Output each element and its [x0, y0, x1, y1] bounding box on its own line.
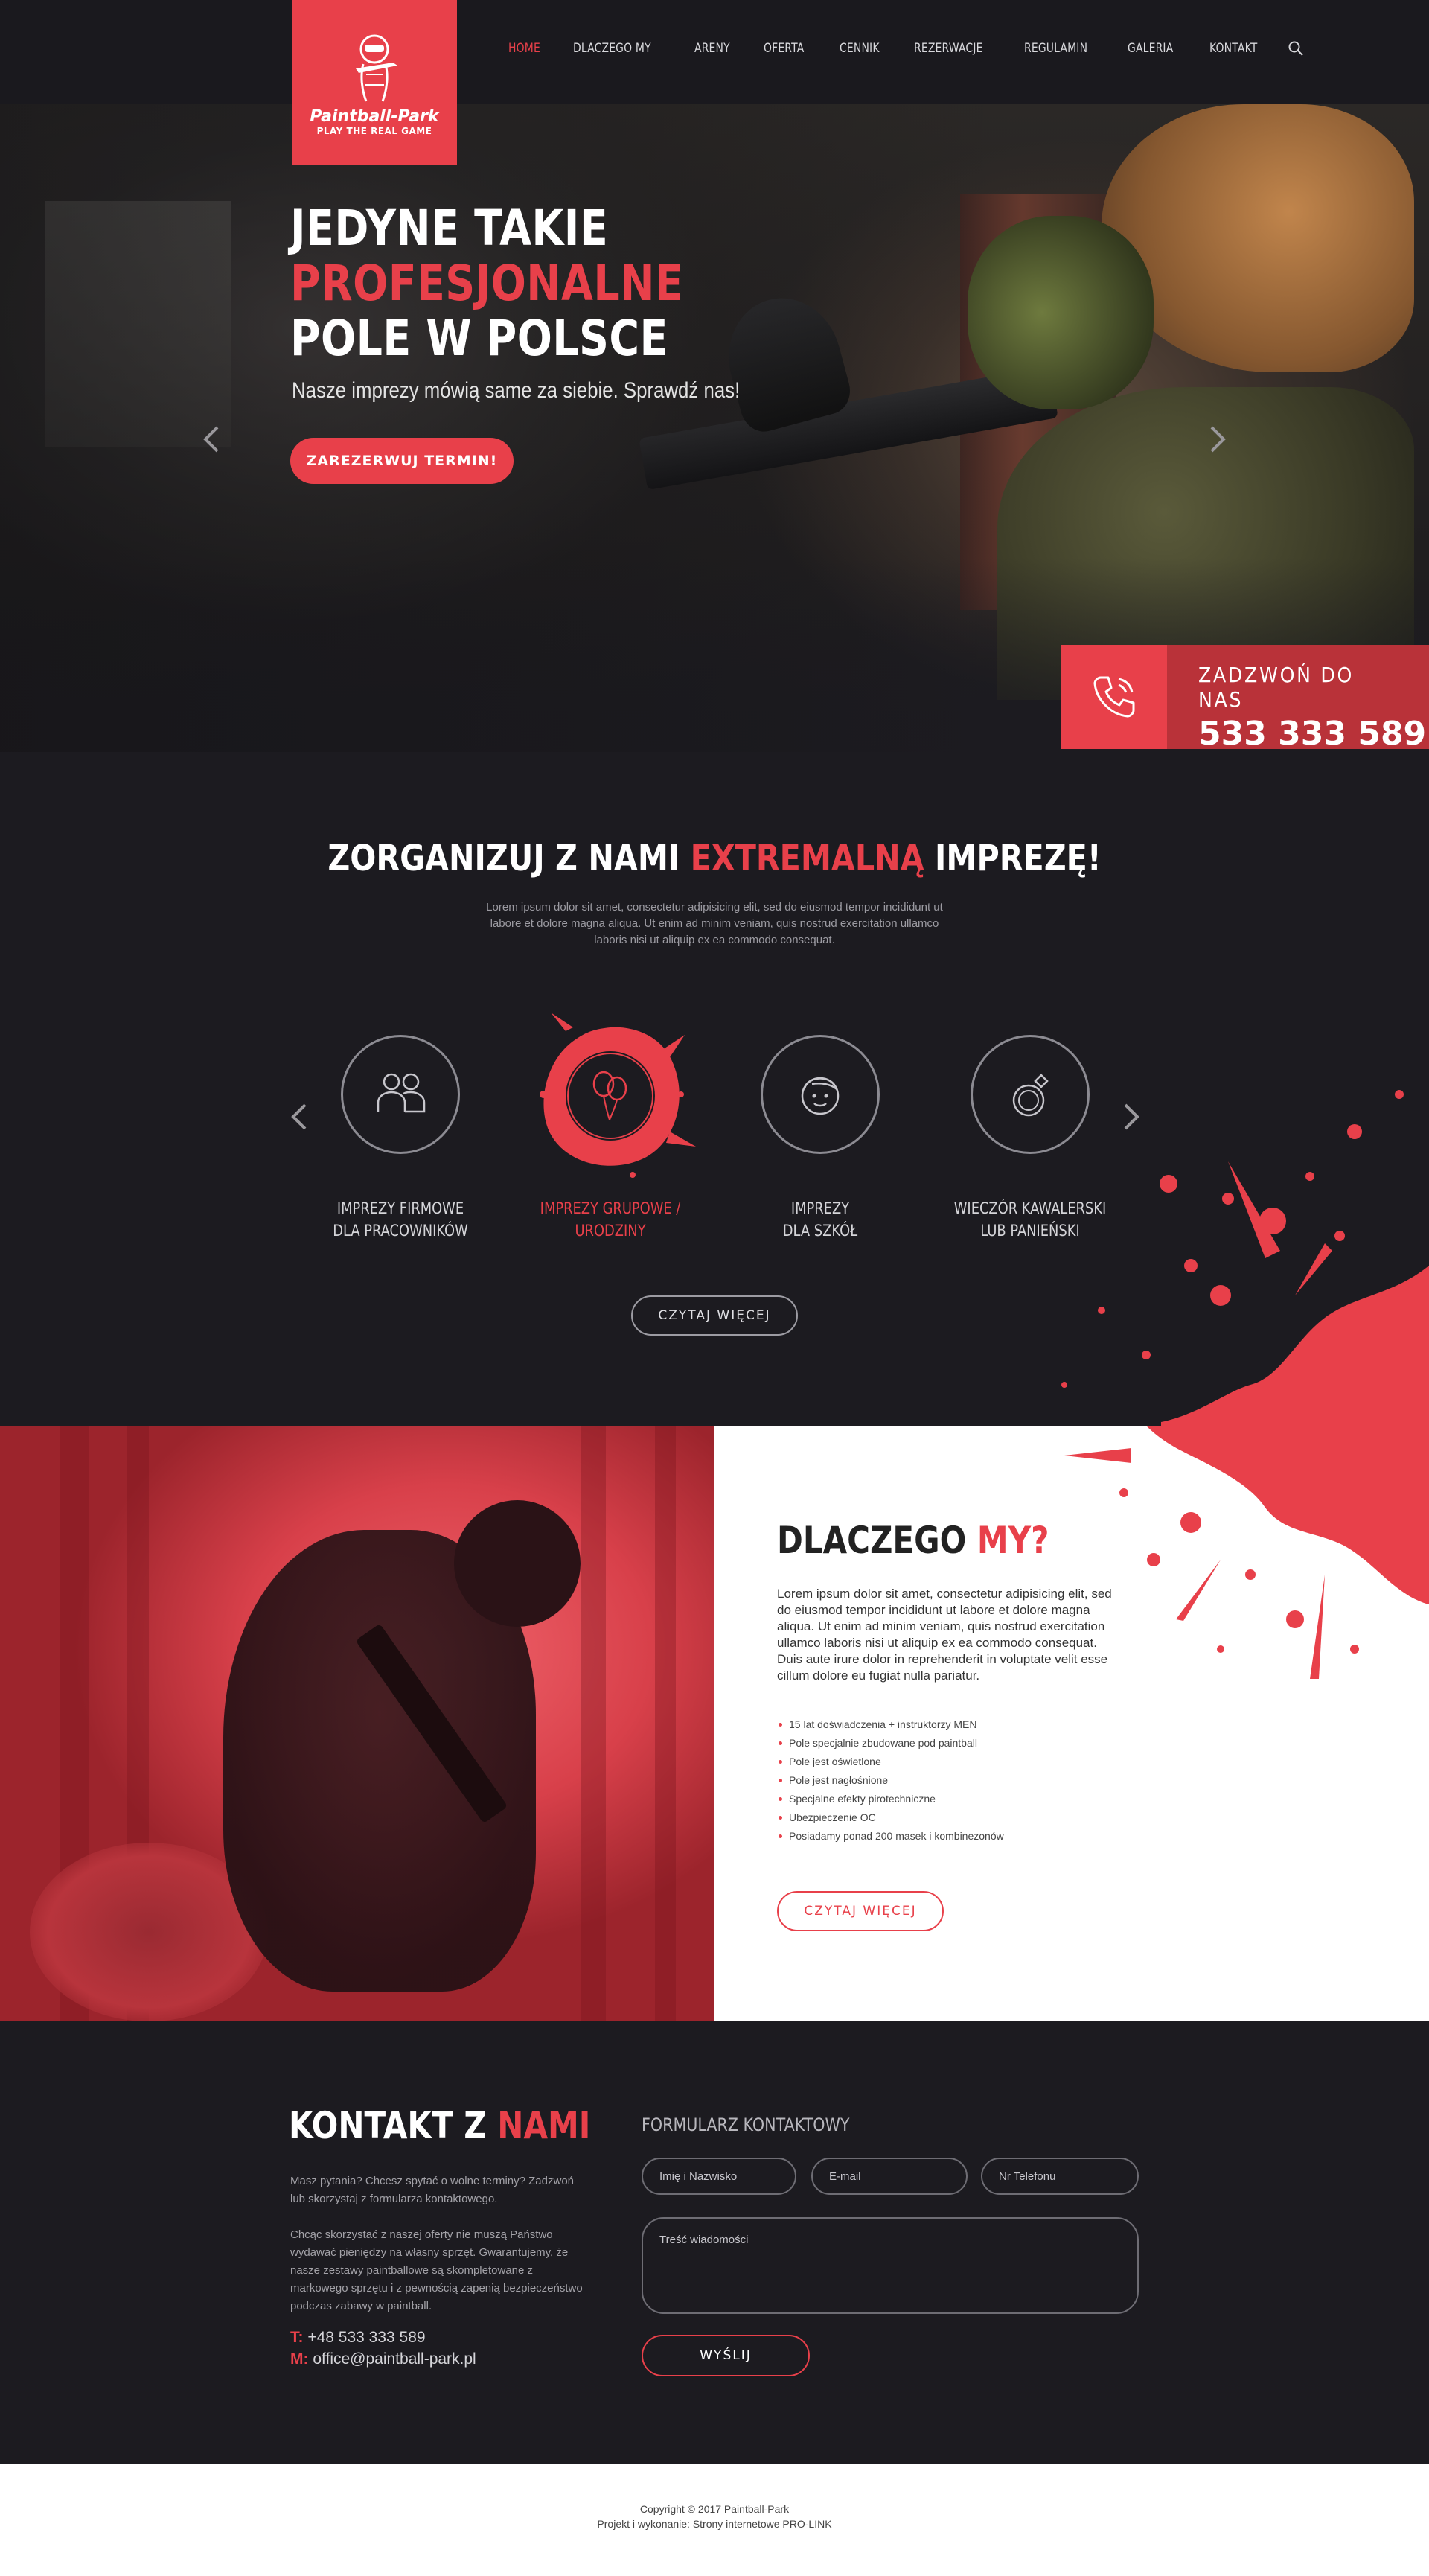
why-us-title-pre: DLACZEGO	[777, 1519, 977, 1562]
call-number[interactable]: 533 333 589	[1198, 715, 1429, 753]
call-icon-box	[1061, 645, 1167, 749]
contact-phone-label: T:	[290, 2329, 304, 2346]
soldier-helmet	[454, 1500, 581, 1627]
events-title-post: IMPREZĘ!	[924, 838, 1102, 879]
paintball-player-logo-icon	[356, 34, 397, 102]
hero-subtitle: Nasze imprezy mówią same za siebie. Spra…	[292, 378, 741, 403]
hero-title-line1: JEDYNE TAKIE	[290, 200, 609, 257]
why-us-text: Lorem ipsum dolor sit amet, consectetur …	[777, 1587, 1112, 1683]
nav-item-home[interactable]: HOME	[508, 41, 540, 56]
contact-text: Masz pytania? Chcesz spytać o wolne term…	[290, 2172, 588, 2333]
logo-tagline: PLAY THE REAL GAME	[316, 125, 432, 136]
balloons-icon	[592, 1071, 627, 1120]
why-us-image	[0, 1426, 714, 2021]
call-box[interactable]: ZADZWOŃ DO NAS 533 333 589	[1061, 645, 1429, 753]
event-circle	[761, 1035, 880, 1154]
event-label: IMPREZY DLA SZKÓŁ	[726, 1197, 915, 1242]
events-title: ZORGANIZUJ Z NAMI EXTREMALNĄ IMPREZĘ!	[100, 838, 1329, 879]
search-icon[interactable]	[1288, 40, 1304, 57]
hero-prev-arrow-icon[interactable]	[202, 424, 220, 454]
contact-form-title: FORMULARZ KONTAKTOWY	[642, 2114, 850, 2135]
events-title-highlight: EXTREMALNĄ	[690, 838, 924, 879]
call-text-box: ZADZWOŃ DO NAS 533 333 589	[1167, 645, 1429, 753]
site-footer: Copyright © 2017 Paintball-Park Projekt …	[0, 2464, 1429, 2576]
page: JEDYNE TAKIE PROFESJONALNE POLE W POLSCE…	[0, 0, 1429, 2576]
main-nav: HOME DLACZEGO MY ARENY OFERTA CENNIK REZ…	[508, 40, 1304, 57]
events-read-more-button[interactable]: CZYTAJ WIĘCEJ	[631, 1295, 798, 1336]
contact-email-label: M:	[290, 2350, 309, 2368]
name-field[interactable]	[642, 2158, 796, 2195]
hero-title-line3: POLE W POLSCE	[290, 310, 668, 367]
contact-paragraph-2: Chcąc skorzystać z naszej oferty nie mus…	[290, 2228, 583, 2312]
event-label: IMPREZY FIRMOWE DLA PRACOWNIKÓW	[306, 1197, 496, 1242]
child-face-icon	[801, 1077, 840, 1115]
event-circle	[971, 1035, 1090, 1154]
why-us-list: 15 lat doświadczenia + instruktorzy MEN …	[777, 1715, 1004, 1846]
list-item: Pole jest oświetlone	[777, 1753, 1004, 1771]
footer-copyright: Copyright © 2017 Paintball-Park	[639, 2503, 790, 2515]
contact-paragraph-1: Masz pytania? Chcesz spytać o wolne term…	[290, 2175, 575, 2205]
events-title-pre: ZORGANIZUJ Z NAMI	[327, 838, 691, 879]
event-label-line1: IMPREZY FIRMOWE	[336, 1199, 464, 1217]
footer-credits[interactable]: Projekt i wykonanie: Strony internetowe …	[0, 2518, 1429, 2530]
event-item-szkoly[interactable]: IMPREZY DLA SZKÓŁ	[709, 1035, 932, 1242]
list-item: Pole specjalnie zbudowane pod paintball	[777, 1734, 1004, 1753]
event-label: WIECZÓR KAWALERSKI LUB PANIEŃSKI	[936, 1197, 1125, 1242]
list-item: Specjalne efekty pirotechniczne	[777, 1790, 1004, 1808]
event-label-line2: DLA SZKÓŁ	[782, 1222, 858, 1240]
why-us-title-highlight: MY?	[976, 1519, 1049, 1562]
email-field[interactable]	[811, 2158, 968, 2195]
list-item: 15 lat doświadczenia + instruktorzy MEN	[777, 1715, 1004, 1734]
message-field[interactable]	[642, 2217, 1139, 2314]
event-label: IMPREZY GRUPOWE / URODZINY	[516, 1197, 706, 1242]
phone-field[interactable]	[981, 2158, 1139, 2195]
nav-item-rezerwacje[interactable]: REZERWACJE	[914, 41, 983, 56]
hero-title-line2: PROFESJONALNE	[290, 255, 684, 312]
people-icon	[377, 1073, 426, 1113]
site-header: HOME DLACZEGO MY ARENY OFERTA CENNIK REZ…	[0, 0, 1429, 104]
ring-icon	[1012, 1074, 1049, 1117]
event-label-line2: DLA PRACOWNIKÓW	[333, 1222, 468, 1240]
event-circle	[341, 1035, 460, 1154]
contact-email-value: office@paintball-park.pl	[313, 2350, 476, 2368]
list-item: Ubezpieczenie OC	[777, 1808, 1004, 1827]
nav-item-cennik[interactable]: CENNIK	[840, 41, 880, 56]
nav-item-galeria[interactable]: GALERIA	[1128, 41, 1173, 56]
contact-title-pre: KONTAKT Z	[289, 2104, 498, 2147]
why-us-title: DLACZEGO MY?	[777, 1519, 1049, 1562]
event-circle-active	[540, 1013, 696, 1178]
bg-tree	[581, 1426, 606, 2021]
event-label-line1: IMPREZY GRUPOWE /	[540, 1199, 681, 1217]
event-label-line1: WIECZÓR KAWALERSKI	[953, 1199, 1107, 1217]
bg-tree	[655, 1426, 676, 2021]
events-description: Lorem ipsum dolor sit amet, consectetur …	[486, 901, 943, 946]
event-label-line1: IMPREZY	[790, 1199, 850, 1217]
logo-name: Paintball-Park	[310, 106, 439, 126]
contact-phone[interactable]: T: +48 533 333 589	[290, 2329, 426, 2347]
send-button[interactable]: WYŚLIJ	[642, 2335, 810, 2376]
why-us-read-more-button[interactable]: CZYTAJ WIĘCEJ	[777, 1891, 944, 1931]
phone-icon	[1093, 676, 1135, 718]
nav-item-dlaczego-my[interactable]: DLACZEGO MY	[573, 41, 651, 56]
logo[interactable]: Paintball-Park PLAY THE REAL GAME	[292, 0, 457, 165]
event-label-line2: LUB PANIEŃSKI	[980, 1222, 1080, 1240]
event-item-kawalerski[interactable]: WIECZÓR KAWALERSKI LUB PANIEŃSKI	[918, 1035, 1142, 1242]
nav-item-oferta[interactable]: OFERTA	[764, 41, 804, 56]
hero-next-arrow-icon[interactable]	[1209, 424, 1227, 454]
event-item-grupowe[interactable]: IMPREZY GRUPOWE / URODZINY	[499, 1013, 722, 1242]
hero-title: JEDYNE TAKIE PROFESJONALNE POLE W POLSCE	[290, 201, 683, 366]
contact-email[interactable]: M: office@paintball-park.pl	[290, 2350, 476, 2368]
event-item-firmowe[interactable]: IMPREZY FIRMOWE DLA PRACOWNIKÓW	[289, 1035, 512, 1242]
event-label-line2: URODZINY	[575, 1222, 646, 1240]
list-item: Posiadamy ponad 200 masek i kombinezonów	[777, 1827, 1004, 1846]
contact-phone-value: +48 533 333 589	[307, 2329, 426, 2346]
nav-item-areny[interactable]: ARENY	[694, 41, 730, 56]
contact-title: KONTAKT Z NAMI	[289, 2104, 590, 2147]
reserve-button[interactable]: ZAREZERWUJ TERMIN!	[290, 438, 514, 484]
nav-item-kontakt[interactable]: KONTAKT	[1209, 41, 1257, 56]
list-item: Pole jest nagłośnione	[777, 1771, 1004, 1790]
nav-item-regulamin[interactable]: REGULAMIN	[1024, 41, 1087, 56]
contact-title-highlight: NAMI	[497, 2104, 591, 2147]
call-label: ZADZWOŃ DO NAS	[1198, 663, 1355, 712]
